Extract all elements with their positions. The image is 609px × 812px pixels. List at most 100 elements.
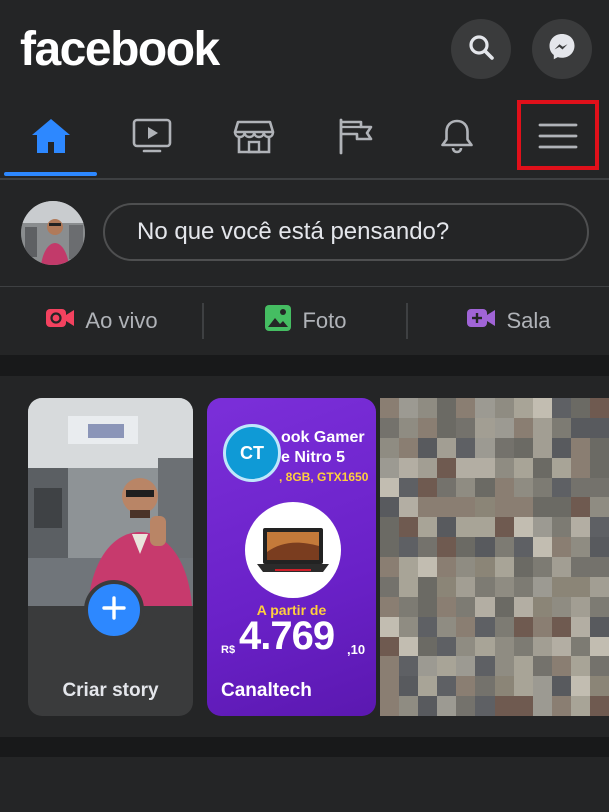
mosaic-cell xyxy=(418,517,438,538)
tab-home[interactable] xyxy=(0,100,101,176)
mosaic-cell xyxy=(570,557,590,577)
mosaic-cell xyxy=(532,636,552,657)
mosaic-cell xyxy=(494,477,514,498)
messenger-button[interactable] xyxy=(532,19,592,79)
blurred-story-card[interactable] xyxy=(380,398,609,716)
photo-button[interactable]: Foto xyxy=(204,287,407,355)
sponsored-story-card[interactable]: CT ook Gamer e Nitro 5 , 8GB, GTX1650 A … xyxy=(207,398,376,716)
mosaic-cell xyxy=(513,616,533,637)
mosaic-cell xyxy=(456,616,476,637)
mosaic-cell xyxy=(399,656,419,677)
facebook-logo[interactable]: facebook xyxy=(20,22,220,78)
live-button[interactable]: Ao vivo xyxy=(0,287,203,355)
mosaic-cell xyxy=(437,437,457,458)
mosaic-cell xyxy=(551,557,571,577)
mosaic-cell xyxy=(532,576,552,597)
top-header: facebook xyxy=(0,0,609,100)
menu-highlight-box xyxy=(517,100,599,170)
mosaic-cell xyxy=(551,636,571,657)
tab-notifications[interactable] xyxy=(406,100,507,176)
room-button[interactable]: Sala xyxy=(408,287,609,355)
mosaic-cell xyxy=(570,497,590,518)
mosaic-cell xyxy=(570,616,590,637)
mosaic-cell xyxy=(380,696,400,716)
mosaic-cell xyxy=(399,398,419,418)
section-separator xyxy=(0,355,609,376)
search-icon xyxy=(467,33,495,66)
mosaic-cell xyxy=(418,477,438,498)
ad-spec: , 8GB, GTX1650 xyxy=(279,470,369,484)
mosaic-cell xyxy=(399,457,419,478)
mosaic-cell xyxy=(456,696,476,716)
mosaic-cell xyxy=(380,497,400,518)
mosaic-cell xyxy=(380,676,400,697)
mosaic-cell xyxy=(532,417,552,438)
photo-icon xyxy=(264,304,292,338)
tab-watch[interactable] xyxy=(101,100,202,176)
mosaic-cell xyxy=(589,636,609,657)
ad-brand: Canaltech xyxy=(221,680,312,701)
mosaic-cell xyxy=(456,636,476,657)
mosaic-cell xyxy=(456,656,476,677)
video-icon xyxy=(130,116,174,161)
mosaic-cell xyxy=(437,457,457,478)
mosaic-cell xyxy=(513,576,533,597)
mosaic-cell xyxy=(494,457,514,478)
flag-icon xyxy=(333,116,377,161)
mosaic-cell xyxy=(380,576,400,597)
avatar[interactable] xyxy=(21,201,85,265)
add-story-button[interactable] xyxy=(84,580,144,640)
mosaic-cell xyxy=(513,417,533,438)
mosaic-cell xyxy=(437,517,457,538)
mosaic-cell xyxy=(589,517,609,538)
create-story-card[interactable]: Criar story xyxy=(28,398,193,716)
mosaic-cell xyxy=(380,398,400,418)
mosaic-cell xyxy=(551,437,571,458)
feed-next-section xyxy=(0,757,609,812)
mosaic-cell xyxy=(589,576,609,597)
mosaic-cell xyxy=(437,636,457,657)
bell-icon xyxy=(435,116,479,161)
status-input[interactable]: No que você está pensando? xyxy=(103,203,589,261)
mosaic-cell xyxy=(494,656,514,677)
mosaic-cell xyxy=(437,696,457,716)
mosaic-cell xyxy=(475,417,495,438)
mosaic-cell xyxy=(513,517,533,538)
mosaic-cell xyxy=(570,457,590,478)
tab-pages[interactable] xyxy=(304,100,405,176)
mosaic-cell xyxy=(551,417,571,438)
room-video-icon xyxy=(466,306,496,336)
ad-price: 4.769 xyxy=(239,614,335,658)
mosaic-cell xyxy=(532,457,552,478)
mosaic-cell xyxy=(437,537,457,557)
mosaic-cell xyxy=(437,398,457,418)
tab-marketplace[interactable] xyxy=(203,100,304,176)
mosaic-cell xyxy=(570,576,590,597)
mosaic-cell xyxy=(437,417,457,438)
create-story-label: Criar story xyxy=(62,680,159,701)
search-button[interactable] xyxy=(451,19,511,79)
mosaic-cell xyxy=(475,616,495,637)
mosaic-cell xyxy=(570,596,590,617)
mosaic-cell xyxy=(513,457,533,478)
mosaic-cell xyxy=(456,557,476,577)
mosaic-cell xyxy=(437,596,457,617)
mosaic-cell xyxy=(475,497,495,518)
section-separator xyxy=(0,737,609,757)
mosaic-cell xyxy=(418,696,438,716)
photo-label: Foto xyxy=(302,308,347,333)
mosaic-cell xyxy=(551,616,571,637)
laptop-image xyxy=(245,502,341,598)
mosaic-cell xyxy=(418,437,438,458)
mosaic-cell xyxy=(532,596,552,617)
mosaic-cell xyxy=(494,616,514,637)
mosaic-cell xyxy=(551,576,571,597)
live-video-icon xyxy=(45,306,75,336)
mosaic-cell xyxy=(551,676,571,697)
mosaic-cell xyxy=(475,576,495,597)
mosaic-cell xyxy=(589,457,609,478)
mosaic-cell xyxy=(475,457,495,478)
mosaic-cell xyxy=(475,656,495,677)
home-icon xyxy=(29,116,73,161)
mosaic-cell xyxy=(399,676,419,697)
